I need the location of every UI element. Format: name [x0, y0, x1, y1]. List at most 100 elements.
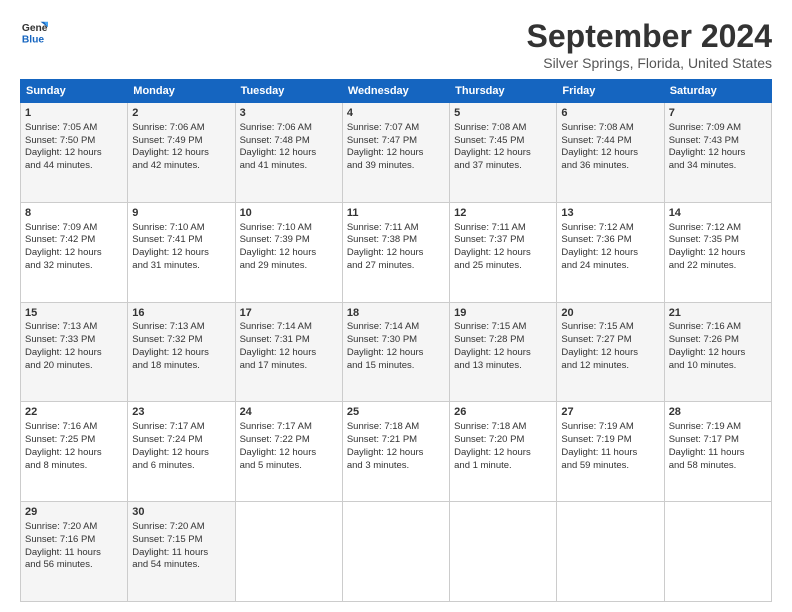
cell-info: Sunset: 7:44 PM: [561, 135, 659, 148]
calendar-cell: 30Sunrise: 7:20 AMSunset: 7:15 PMDayligh…: [128, 502, 235, 602]
cell-info: and 37 minutes.: [454, 160, 552, 173]
cell-info: and 17 minutes.: [240, 360, 338, 373]
cell-info: and 54 minutes.: [132, 559, 230, 572]
cell-info: Daylight: 12 hours: [132, 347, 230, 360]
cell-info: and 42 minutes.: [132, 160, 230, 173]
cell-info: and 1 minute.: [454, 460, 552, 473]
cell-info: and 29 minutes.: [240, 260, 338, 273]
day-number: 12: [454, 206, 552, 221]
day-number: 15: [25, 306, 123, 321]
cell-info: and 24 minutes.: [561, 260, 659, 273]
col-header-friday: Friday: [557, 80, 664, 103]
cell-info: Daylight: 12 hours: [347, 447, 445, 460]
week-row-1: 1Sunrise: 7:05 AMSunset: 7:50 PMDaylight…: [21, 103, 772, 203]
cell-info: Daylight: 12 hours: [669, 147, 767, 160]
day-number: 17: [240, 306, 338, 321]
cell-info: Daylight: 12 hours: [240, 147, 338, 160]
calendar-cell: 5Sunrise: 7:08 AMSunset: 7:45 PMDaylight…: [450, 103, 557, 203]
cell-info: and 8 minutes.: [25, 460, 123, 473]
cell-info: Sunset: 7:32 PM: [132, 334, 230, 347]
cell-info: and 36 minutes.: [561, 160, 659, 173]
week-row-3: 15Sunrise: 7:13 AMSunset: 7:33 PMDayligh…: [21, 302, 772, 402]
cell-info: Daylight: 11 hours: [561, 447, 659, 460]
cell-info: Sunrise: 7:17 AM: [132, 421, 230, 434]
day-number: 24: [240, 405, 338, 420]
cell-info: and 31 minutes.: [132, 260, 230, 273]
day-number: 18: [347, 306, 445, 321]
calendar-cell: 20Sunrise: 7:15 AMSunset: 7:27 PMDayligh…: [557, 302, 664, 402]
calendar-cell: 18Sunrise: 7:14 AMSunset: 7:30 PMDayligh…: [342, 302, 449, 402]
day-number: 26: [454, 405, 552, 420]
cell-info: Sunrise: 7:18 AM: [454, 421, 552, 434]
header: General Blue General Blue September 2024…: [20, 18, 772, 71]
cell-info: Daylight: 12 hours: [25, 347, 123, 360]
cell-info: and 20 minutes.: [25, 360, 123, 373]
cell-info: Sunrise: 7:06 AM: [132, 122, 230, 135]
cell-info: and 25 minutes.: [454, 260, 552, 273]
cell-info: Sunset: 7:45 PM: [454, 135, 552, 148]
cell-info: and 3 minutes.: [347, 460, 445, 473]
calendar-cell: 7Sunrise: 7:09 AMSunset: 7:43 PMDaylight…: [664, 103, 771, 203]
cell-info: and 22 minutes.: [669, 260, 767, 273]
cell-info: Daylight: 12 hours: [561, 147, 659, 160]
calendar-cell: 24Sunrise: 7:17 AMSunset: 7:22 PMDayligh…: [235, 402, 342, 502]
cell-info: Daylight: 12 hours: [454, 247, 552, 260]
day-number: 29: [25, 505, 123, 520]
svg-text:General: General: [22, 23, 48, 34]
cell-info: Sunset: 7:30 PM: [347, 334, 445, 347]
cell-info: Sunset: 7:19 PM: [561, 434, 659, 447]
col-header-tuesday: Tuesday: [235, 80, 342, 103]
calendar-cell: 25Sunrise: 7:18 AMSunset: 7:21 PMDayligh…: [342, 402, 449, 502]
calendar-page: General Blue General Blue September 2024…: [0, 0, 792, 612]
cell-info: Sunset: 7:49 PM: [132, 135, 230, 148]
cell-info: Sunrise: 7:08 AM: [561, 122, 659, 135]
cell-info: Daylight: 11 hours: [25, 547, 123, 560]
cell-info: Sunrise: 7:19 AM: [669, 421, 767, 434]
cell-info: Sunrise: 7:12 AM: [669, 222, 767, 235]
cell-info: and 6 minutes.: [132, 460, 230, 473]
cell-info: Sunrise: 7:19 AM: [561, 421, 659, 434]
cell-info: and 32 minutes.: [25, 260, 123, 273]
cell-info: Daylight: 12 hours: [561, 247, 659, 260]
week-row-2: 8Sunrise: 7:09 AMSunset: 7:42 PMDaylight…: [21, 202, 772, 302]
cell-info: Sunset: 7:38 PM: [347, 234, 445, 247]
day-number: 2: [132, 106, 230, 121]
day-number: 19: [454, 306, 552, 321]
cell-info: Sunset: 7:35 PM: [669, 234, 767, 247]
day-number: 7: [669, 106, 767, 121]
cell-info: Sunrise: 7:18 AM: [347, 421, 445, 434]
calendar-cell: 17Sunrise: 7:14 AMSunset: 7:31 PMDayligh…: [235, 302, 342, 402]
cell-info: Sunrise: 7:10 AM: [240, 222, 338, 235]
calendar-cell: 9Sunrise: 7:10 AMSunset: 7:41 PMDaylight…: [128, 202, 235, 302]
cell-info: Sunset: 7:24 PM: [132, 434, 230, 447]
cell-info: Daylight: 12 hours: [454, 447, 552, 460]
cell-info: Daylight: 12 hours: [132, 247, 230, 260]
cell-info: Daylight: 12 hours: [240, 247, 338, 260]
cell-info: Sunrise: 7:11 AM: [454, 222, 552, 235]
calendar-table: SundayMondayTuesdayWednesdayThursdayFrid…: [20, 79, 772, 602]
cell-info: Daylight: 12 hours: [25, 247, 123, 260]
cell-info: and 39 minutes.: [347, 160, 445, 173]
cell-info: Sunrise: 7:14 AM: [347, 321, 445, 334]
cell-info: Daylight: 12 hours: [132, 147, 230, 160]
cell-info: Sunrise: 7:16 AM: [669, 321, 767, 334]
cell-info: and 13 minutes.: [454, 360, 552, 373]
cell-info: and 44 minutes.: [25, 160, 123, 173]
cell-info: Sunrise: 7:15 AM: [561, 321, 659, 334]
cell-info: Sunrise: 7:12 AM: [561, 222, 659, 235]
cell-info: Sunset: 7:36 PM: [561, 234, 659, 247]
day-number: 16: [132, 306, 230, 321]
calendar-cell: 11Sunrise: 7:11 AMSunset: 7:38 PMDayligh…: [342, 202, 449, 302]
day-number: 23: [132, 405, 230, 420]
day-number: 21: [669, 306, 767, 321]
calendar-cell: 10Sunrise: 7:10 AMSunset: 7:39 PMDayligh…: [235, 202, 342, 302]
calendar-cell: 14Sunrise: 7:12 AMSunset: 7:35 PMDayligh…: [664, 202, 771, 302]
day-number: 4: [347, 106, 445, 121]
day-number: 10: [240, 206, 338, 221]
calendar-cell: 6Sunrise: 7:08 AMSunset: 7:44 PMDaylight…: [557, 103, 664, 203]
day-number: 28: [669, 405, 767, 420]
cell-info: Daylight: 12 hours: [240, 347, 338, 360]
cell-info: Sunset: 7:16 PM: [25, 534, 123, 547]
cell-info: and 10 minutes.: [669, 360, 767, 373]
cell-info: Daylight: 12 hours: [132, 447, 230, 460]
